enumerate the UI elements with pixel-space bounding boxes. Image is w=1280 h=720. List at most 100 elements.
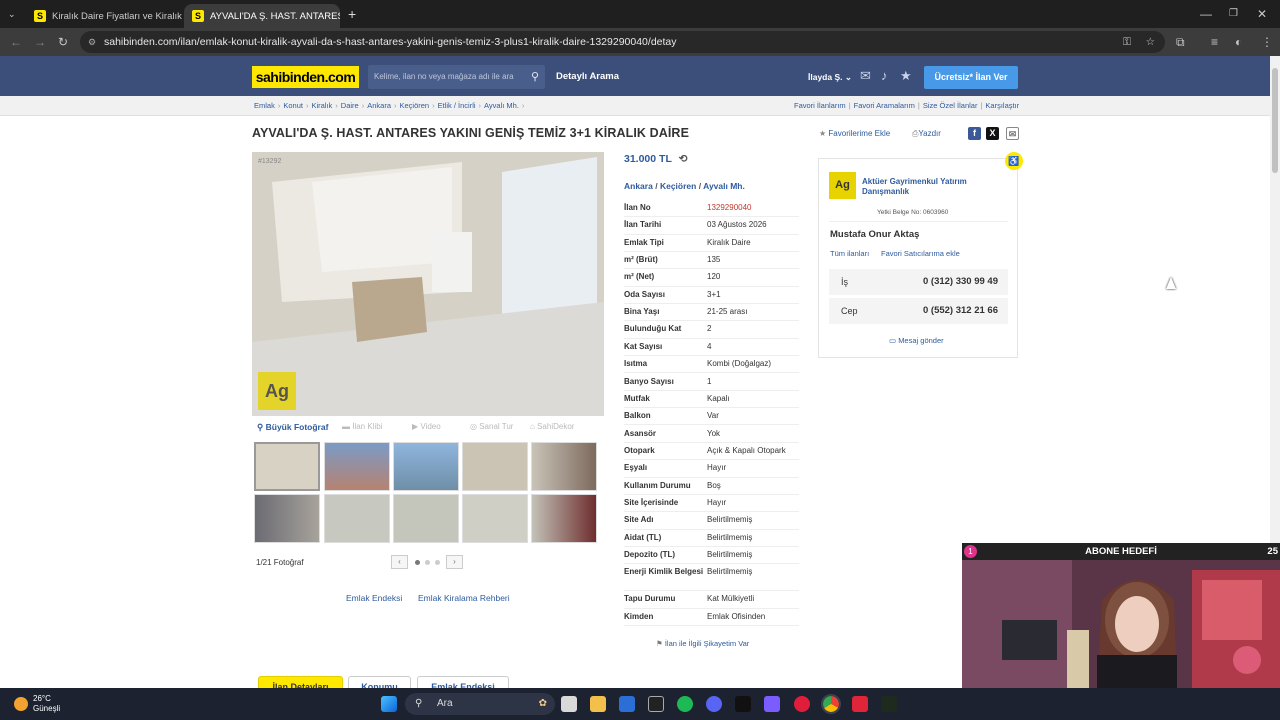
- next-photo-button[interactable]: ›: [446, 555, 463, 569]
- detailed-search-link[interactable]: Detaylı Arama: [556, 56, 619, 98]
- reload-icon[interactable]: ↻: [58, 28, 68, 56]
- envelope-icon[interactable]: ✉: [860, 68, 871, 84]
- discord-icon[interactable]: [706, 696, 722, 712]
- agency-name[interactable]: Aktüer Gayrimenkul Yatırım Danışmanlık: [862, 177, 1012, 197]
- photo-thumbnail[interactable]: [393, 442, 459, 491]
- search-icon[interactable]: ⚲: [531, 65, 539, 89]
- close-window-icon[interactable]: ✕: [1257, 0, 1267, 28]
- pager-dot[interactable]: [415, 560, 420, 565]
- add-favorite-link[interactable]: ★ Favorilerime Ekle: [819, 129, 890, 138]
- favorite-listings-link[interactable]: Favori İlanlarım: [794, 101, 846, 110]
- scrollbar-thumb[interactable]: [1272, 68, 1278, 173]
- listing-clip-tab[interactable]: ▬ İlan Klibi: [342, 422, 382, 431]
- pager-dot[interactable]: [425, 560, 430, 565]
- breadcrumb-item[interactable]: Konut: [283, 101, 303, 110]
- tab-list-icon[interactable]: ⌄: [8, 0, 16, 28]
- back-icon[interactable]: ←: [10, 28, 22, 56]
- post-listing-button[interactable]: Ücretsiz* İlan Ver: [924, 66, 1018, 89]
- store-icon[interactable]: [619, 696, 635, 712]
- bell-icon[interactable]: ♪: [881, 68, 888, 83]
- prev-photo-button[interactable]: ‹: [391, 555, 408, 569]
- location-district[interactable]: Keçiören: [660, 181, 696, 191]
- address-bar[interactable]: ⚙ sahibinden.com/ilan/emlak-konut-kirali…: [80, 31, 1165, 53]
- site-info-icon[interactable]: ⚙: [88, 31, 96, 53]
- special-listings-link[interactable]: Size Özel İlanlar: [923, 101, 978, 110]
- photo-thumbnail[interactable]: [254, 442, 320, 491]
- bookmark-star-icon[interactable]: ☆: [1146, 31, 1155, 53]
- complaint-link[interactable]: ⚑ İlan ile İlgili Şikayetim Var: [656, 639, 749, 648]
- user-menu[interactable]: İlayda Ş. ⌄: [808, 56, 852, 98]
- browser-tab-2[interactable]: S AYVALI'DA Ş. HAST. ANTARES YAKINI ✕: [184, 4, 340, 28]
- compare-link[interactable]: Karşılaştır: [985, 101, 1019, 110]
- emlak-index-link[interactable]: Emlak Endeksi: [346, 593, 402, 603]
- photo-thumbnail[interactable]: [254, 494, 320, 543]
- breadcrumb-item[interactable]: Etlik / İncirli: [438, 101, 476, 110]
- rental-guide-link[interactable]: Emlak Kiralama Rehberi: [418, 593, 510, 603]
- breadcrumb-item[interactable]: Keçiören: [400, 101, 430, 110]
- search-input[interactable]: Kelime, ilan no veya mağaza adı ile ara …: [368, 65, 545, 89]
- breadcrumb-item[interactable]: Ayvalı Mh.: [484, 101, 519, 110]
- photo-thumbnail[interactable]: [462, 442, 528, 491]
- grid-app-icon[interactable]: [764, 696, 780, 712]
- github-icon[interactable]: [648, 696, 664, 712]
- windows-start-icon[interactable]: [381, 696, 397, 712]
- star-icon[interactable]: ★: [900, 68, 912, 84]
- app-icon[interactable]: [852, 696, 868, 712]
- profile-avatar-icon[interactable]: ◐: [1235, 28, 1242, 56]
- photo-thumbnail[interactable]: [324, 494, 390, 543]
- photo-thumbnail[interactable]: [531, 494, 597, 543]
- photo-thumbnail[interactable]: [462, 494, 528, 543]
- chrome-icon[interactable]: [821, 694, 841, 714]
- location-city[interactable]: Ankara: [624, 181, 653, 191]
- file-explorer-icon[interactable]: [590, 696, 606, 712]
- x-twitter-icon[interactable]: X: [986, 127, 999, 140]
- work-phone[interactable]: İş 0 (312) 330 99 49: [829, 269, 1008, 295]
- breadcrumb: Emlak › Konut › Kiralık › Daire › Ankara › Keçiöre…: [0, 96, 1270, 116]
- browser-tab-1[interactable]: S Kiralık Daire Fiyatları ve Kiralık Ev …: [26, 4, 184, 28]
- big-photo-tab[interactable]: ⚲ Büyük Fotoğraf: [257, 422, 328, 433]
- print-link[interactable]: ⎙Yazdır: [912, 129, 941, 139]
- app-icon[interactable]: [735, 696, 751, 712]
- new-tab-icon[interactable]: +: [348, 0, 356, 28]
- breadcrumb-item[interactable]: Daire: [341, 101, 359, 110]
- virtual-tour-tab[interactable]: ◎ Sanal Tur: [470, 422, 513, 431]
- spotify-icon[interactable]: [677, 696, 693, 712]
- photo-thumbnail[interactable]: [324, 442, 390, 491]
- price-history-icon[interactable]: ⟲: [679, 153, 688, 165]
- tab-label: AYVALI'DA Ş. HAST. ANTARES YAKINI: [210, 10, 340, 22]
- taskbar-search[interactable]: ⚲ Ara ✿: [405, 693, 555, 715]
- app-icon[interactable]: [881, 696, 897, 712]
- weather-widget[interactable]: 26°C Güneşli: [33, 694, 60, 714]
- breadcrumb-item[interactable]: Kiralık: [311, 101, 332, 110]
- agency-logo[interactable]: Ag: [829, 172, 856, 199]
- email-share-icon[interactable]: ✉: [1006, 127, 1019, 140]
- accessibility-badge-icon[interactable]: ♿: [1005, 152, 1023, 170]
- photo-thumbnail[interactable]: [531, 442, 597, 491]
- add-favorite-seller-link[interactable]: Favori Satıcılarıma ekle: [881, 249, 960, 258]
- breadcrumb-separator: ›: [394, 101, 397, 110]
- maximize-icon[interactable]: ❐: [1229, 0, 1238, 28]
- menu-icon[interactable]: ⋮: [1261, 28, 1273, 56]
- forward-icon[interactable]: →: [34, 28, 46, 56]
- video-tab[interactable]: ▶ Video: [412, 422, 441, 431]
- breadcrumb-item[interactable]: Ankara: [367, 101, 391, 110]
- opera-icon[interactable]: [794, 696, 810, 712]
- location-neighborhood[interactable]: Ayvalı Mh.: [703, 181, 745, 191]
- extensions-icon[interactable]: ⧉: [1176, 28, 1185, 56]
- photo-thumbnail[interactable]: [393, 494, 459, 543]
- all-listings-link[interactable]: Tüm ilanları: [830, 249, 869, 258]
- favorite-searches-link[interactable]: Favori Aramalarım: [854, 101, 915, 110]
- main-photo[interactable]: #13292 Ag: [252, 152, 604, 416]
- minimize-icon[interactable]: —: [1200, 0, 1212, 28]
- site-logo[interactable]: sahibinden.com: [252, 66, 359, 88]
- facebook-icon[interactable]: f: [968, 127, 981, 140]
- pager-dot[interactable]: [435, 560, 440, 565]
- media-icon[interactable]: ≡: [1211, 28, 1218, 56]
- mobile-phone[interactable]: Cep 0 (552) 312 21 66: [829, 298, 1008, 324]
- breadcrumb-item[interactable]: Emlak: [254, 101, 275, 110]
- sahidekor-tab[interactable]: ⌂ SahiDekor: [530, 422, 574, 431]
- send-message-link[interactable]: ▭ Mesaj gönder: [889, 336, 944, 345]
- password-key-icon[interactable]: ⚿: [1123, 31, 1131, 53]
- weather-sun-icon[interactable]: [14, 697, 28, 711]
- task-view-icon[interactable]: [561, 696, 577, 712]
